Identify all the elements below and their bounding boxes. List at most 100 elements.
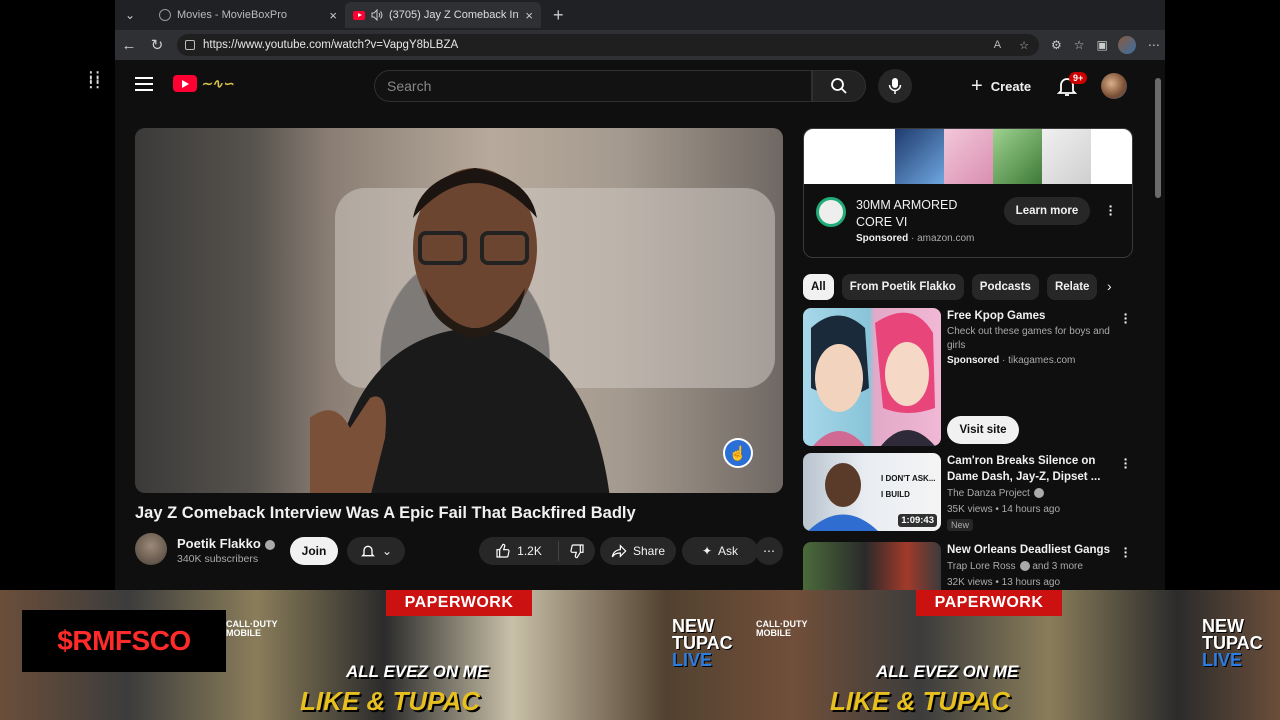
- masthead: ∼∿∽ Search + Create 9+: [115, 60, 1155, 112]
- video-title: Jay Z Comeback Interview Was A Epic Fail…: [135, 504, 636, 522]
- chip-from-channel[interactable]: From Poetik Flakko: [841, 274, 964, 300]
- chip-podcasts[interactable]: Podcasts: [971, 274, 1039, 300]
- page-scrollbar[interactable]: [1152, 66, 1164, 590]
- thumbnail-caption: I DON'T ASK... I BUILD: [881, 474, 936, 499]
- chip-all[interactable]: All: [803, 274, 834, 300]
- search-button[interactable]: [812, 70, 866, 102]
- cursor-hand-icon: ☝: [723, 438, 753, 468]
- ask-label: Ask: [718, 544, 739, 558]
- verified-icon: [264, 539, 275, 550]
- stream-overlay-collage: $RMFSCO PAPERWORK PAPERWORK CALL·DUTY MO…: [0, 590, 1280, 720]
- rec-channel[interactable]: The Danza Project: [947, 487, 1044, 501]
- sponsored-domain: tikagames.com: [1008, 355, 1076, 366]
- video-thumbnail[interactable]: [803, 542, 941, 590]
- video-thumbnail[interactable]: I DON'T ASK... I BUILD 1:09:43: [803, 453, 941, 531]
- tab-movieboxpro[interactable]: Movies - MovieBoxPro ×: [151, 2, 345, 28]
- video-card[interactable]: I DON'T ASK... I BUILD 1:09:43 Cam'ron B…: [803, 452, 1133, 533]
- dislike-button[interactable]: [559, 543, 595, 559]
- speaker-icon[interactable]: [371, 9, 383, 21]
- rec-channel[interactable]: Trap Lore Ross and 3 more: [947, 560, 1083, 574]
- new-tupac-text: NEW TUPAC: [672, 616, 733, 653]
- back-arrow-icon[interactable]: ←: [115, 37, 143, 54]
- bell-icon: [361, 545, 375, 557]
- refresh-icon[interactable]: ↻: [143, 36, 171, 54]
- share-button[interactable]: Share: [600, 537, 676, 565]
- scrollbar-thumb[interactable]: [1155, 78, 1161, 198]
- search-input[interactable]: Search: [374, 70, 812, 102]
- create-label: Create: [990, 78, 1032, 94]
- tab-youtube-video[interactable]: (3705) Jay Z Comeback Inte ×: [345, 2, 541, 28]
- account-avatar[interactable]: [1101, 73, 1127, 99]
- join-button[interactable]: Join: [290, 537, 338, 565]
- ad-meta: Sponsored · amazon.com: [856, 233, 975, 244]
- advertiser-logo[interactable]: [816, 197, 846, 227]
- drag-handle-icon[interactable]: ⁝⁝ ⁝⁝: [88, 68, 101, 92]
- browser-menu-icon[interactable]: ⋯: [1148, 38, 1160, 52]
- subscribed-notifications-button[interactable]: ⌄: [347, 537, 405, 565]
- tab-list-chevron-icon[interactable]: ⌄: [117, 2, 143, 28]
- channel-name[interactable]: Poetik Flakko: [177, 536, 261, 551]
- sponsored-game-card[interactable]: Free Kpop Games Check out these games fo…: [803, 307, 1133, 448]
- favorites-icon[interactable]: ☆: [1074, 38, 1085, 52]
- rec-channel-name[interactable]: Trap Lore Ross: [947, 561, 1016, 572]
- video-card[interactable]: New Orleans Deadliest Gangs Trap Lore Ro…: [803, 541, 1133, 590]
- chips-next-arrow-icon[interactable]: ›: [1107, 278, 1112, 294]
- like-count: 1.2K: [517, 544, 542, 558]
- address-bar[interactable]: https://www.youtube.com/watch?v=VapgY8bL…: [177, 34, 1039, 56]
- rec-channel-name[interactable]: The Danza Project: [947, 488, 1030, 499]
- ad-banner-image[interactable]: [804, 129, 1132, 184]
- favorite-star-icon[interactable]: ☆: [1019, 39, 1029, 52]
- browser-toolbar: ← ↻ https://www.youtube.com/watch?v=Vapg…: [115, 30, 1165, 60]
- ad-title[interactable]: 30MM ARMORED CORE VI: [856, 197, 986, 231]
- channel-tag-box: $RMFSCO: [22, 610, 226, 672]
- sponsored-label: Sponsored: [856, 233, 909, 244]
- paperwork-banner: PAPERWORK: [386, 590, 532, 616]
- subscriber-count: 340K subscribers: [177, 553, 259, 565]
- url-text[interactable]: https://www.youtube.com/watch?v=VapgY8bL…: [203, 39, 458, 51]
- ad-card[interactable]: 30MM ARMORED CORE VI Sponsored · amazon.…: [803, 128, 1133, 258]
- visit-site-button[interactable]: Visit site: [947, 416, 1019, 444]
- hamburger-menu-icon[interactable]: [135, 77, 153, 91]
- browser-profile-avatar[interactable]: [1117, 36, 1136, 54]
- video-player[interactable]: ☝: [135, 128, 783, 493]
- rec-channel-extra[interactable]: and 3 more: [1032, 561, 1083, 572]
- globe-icon: [159, 9, 171, 21]
- voice-search-button[interactable]: [878, 69, 912, 103]
- search-icon: [831, 78, 847, 94]
- channel-avatar[interactable]: [135, 533, 167, 565]
- rec-menu-kebab-icon[interactable]: · · ·: [1121, 452, 1131, 474]
- chip-related[interactable]: Relate: [1046, 274, 1098, 300]
- rec-meta: 32K views • 13 hours ago: [947, 577, 1061, 588]
- rec-title[interactable]: New Orleans Deadliest Gangs: [947, 542, 1112, 558]
- new-tab-button[interactable]: +: [553, 5, 564, 26]
- collections-icon[interactable]: ▣: [1097, 38, 1108, 52]
- youtube-logo-icon: [173, 75, 197, 92]
- more-horizontal-icon: ⋯: [763, 544, 775, 558]
- sponsored-thumbnail[interactable]: [803, 308, 941, 446]
- rec-description: Check out these games for boys and girls: [947, 326, 1110, 351]
- channel-name-row[interactable]: Poetik Flakko: [177, 536, 275, 551]
- tab-close-icon[interactable]: ×: [525, 8, 533, 23]
- tab-close-icon[interactable]: ×: [329, 8, 337, 23]
- youtube-logo[interactable]: ∼∿∽: [173, 75, 234, 92]
- rec-menu-kebab-icon[interactable]: · · ·: [1121, 541, 1131, 563]
- like-button[interactable]: 1.2K: [479, 541, 559, 561]
- like-dislike-group: 1.2K: [479, 537, 595, 565]
- like-tupac-text: LIKE & TUPAC: [830, 686, 1011, 716]
- read-aloud-icon[interactable]: A: [994, 39, 1001, 51]
- kpop-characters-image: [811, 312, 935, 446]
- lock-icon[interactable]: [185, 40, 195, 50]
- video-frame-person: [310, 168, 610, 493]
- create-button[interactable]: + Create: [971, 72, 1031, 100]
- rec-menu-kebab-icon[interactable]: · · ·: [1121, 307, 1131, 329]
- rec-title[interactable]: Cam'ron Breaks Silence on Dame Dash, Jay…: [947, 453, 1112, 485]
- ask-button[interactable]: ✦ Ask: [682, 537, 758, 565]
- share-label: Share: [632, 544, 666, 558]
- rec-title[interactable]: Free Kpop Games: [947, 308, 1112, 324]
- ad-menu-kebab-icon[interactable]: · · ·: [1104, 199, 1118, 221]
- learn-more-button[interactable]: Learn more: [1004, 197, 1090, 225]
- verified-icon: [1019, 561, 1030, 572]
- more-actions-button[interactable]: ⋯: [755, 537, 783, 565]
- rec-sponsored-meta: Sponsored · tikagames.com: [947, 355, 1076, 366]
- extension-icon[interactable]: ⚙: [1051, 38, 1062, 52]
